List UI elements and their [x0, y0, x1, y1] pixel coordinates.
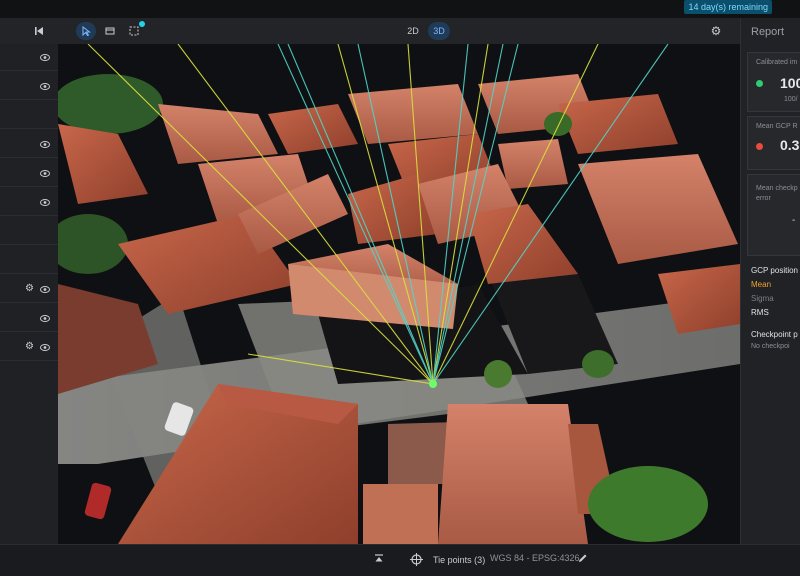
gcp-sigma-tab[interactable]: Sigma: [751, 294, 774, 303]
skip-back-icon: [35, 27, 43, 35]
rectangle-tool-button[interactable]: [100, 22, 120, 40]
mean-checkpoint-label-1: Mean checkp: [756, 185, 798, 192]
layer-row[interactable]: [0, 160, 58, 187]
gear-icon[interactable]: ⚙: [25, 342, 34, 352]
expand-panel-button[interactable]: [374, 553, 384, 563]
eye-icon[interactable]: [40, 343, 50, 351]
calibrated-value: 100: [780, 75, 800, 91]
notification-dot: [139, 21, 145, 27]
mean-gcp-label: Mean GCP R: [756, 123, 798, 130]
collapse-up-icon: [375, 554, 383, 562]
crosshair-icon: [410, 553, 423, 566]
top-bar: 14 day(s) remaining: [0, 0, 800, 18]
view-3d-button[interactable]: 3D: [428, 22, 450, 40]
mean-checkpoint-label-2: error: [756, 195, 771, 202]
edit-crs-button[interactable]: [578, 553, 588, 563]
gcp-mean-tab[interactable]: Mean: [751, 280, 771, 289]
mean-gcp-card: Mean GCP R 0.36: [747, 116, 800, 170]
layer-row[interactable]: [0, 218, 58, 245]
calibrated-label: Calibrated im: [756, 59, 798, 66]
calibrated-sub: 100/: [784, 96, 798, 103]
layer-row[interactable]: [0, 189, 58, 216]
gear-icon: ⚙: [710, 24, 722, 38]
tie-points-label: Tie points (3): [433, 554, 486, 565]
gcp-position-label: GCP position: [751, 266, 798, 275]
status-error-icon: [756, 143, 763, 150]
eye-icon[interactable]: [40, 82, 50, 90]
eye-icon[interactable]: [40, 53, 50, 61]
checkpoint-label: Checkpoint p: [751, 330, 798, 339]
checkpoint-none-text: No checkpoi: [751, 343, 790, 350]
cursor-icon: [82, 26, 91, 36]
report-panel: Report Calibrated im 100 100/ Mean GCP R…: [740, 18, 800, 544]
eye-icon[interactable]: [40, 198, 50, 206]
eye-icon[interactable]: [40, 285, 50, 293]
layer-row[interactable]: [0, 73, 58, 100]
pencil-icon: [579, 554, 587, 562]
layer-row[interactable]: [0, 247, 58, 274]
bottom-status-bar: Tie points (3) WGS 84 - EPSG:4326: [0, 544, 800, 576]
crs-label: WGS 84 - EPSG:4326: [490, 553, 580, 563]
rectangle-icon: [105, 27, 115, 35]
viewer-toolbar: 2D 3D ⚙: [0, 18, 740, 44]
select-tool-button[interactable]: [76, 22, 96, 40]
layer-row[interactable]: ⚙: [0, 276, 58, 303]
viewer-settings-button[interactable]: ⚙: [706, 22, 726, 40]
layer-row[interactable]: [0, 44, 58, 71]
trial-remaining-badge[interactable]: 14 day(s) remaining: [684, 0, 772, 14]
view-2d-button[interactable]: 2D: [402, 22, 424, 40]
layer-row[interactable]: [0, 102, 58, 129]
3d-viewport[interactable]: [58, 44, 740, 544]
eye-icon[interactable]: [40, 169, 50, 177]
gear-icon[interactable]: ⚙: [25, 284, 34, 294]
tie-points-indicator[interactable]: Tie points (3): [410, 553, 485, 566]
layer-row[interactable]: [0, 305, 58, 332]
report-title: Report: [751, 26, 785, 38]
collapse-panel-button[interactable]: [30, 22, 48, 40]
mean-checkpoint-card: Mean checkp error -: [747, 174, 800, 256]
layer-row[interactable]: [0, 131, 58, 158]
mean-checkpoint-value: -: [792, 215, 796, 226]
gcp-rms-tab[interactable]: RMS: [751, 308, 769, 317]
layers-panel: ⚙ ⚙: [0, 44, 58, 544]
status-ok-icon: [756, 80, 763, 87]
calibrated-images-card: Calibrated im 100 100/: [747, 52, 800, 112]
lasso-tool-button[interactable]: [124, 21, 145, 40]
dashed-selection-icon: [129, 26, 139, 36]
point-cloud-scene: [58, 44, 740, 544]
mean-gcp-value: 0.36: [780, 137, 800, 153]
layer-row[interactable]: ⚙: [0, 334, 58, 361]
eye-icon[interactable]: [40, 314, 50, 322]
eye-icon[interactable]: [40, 140, 50, 148]
